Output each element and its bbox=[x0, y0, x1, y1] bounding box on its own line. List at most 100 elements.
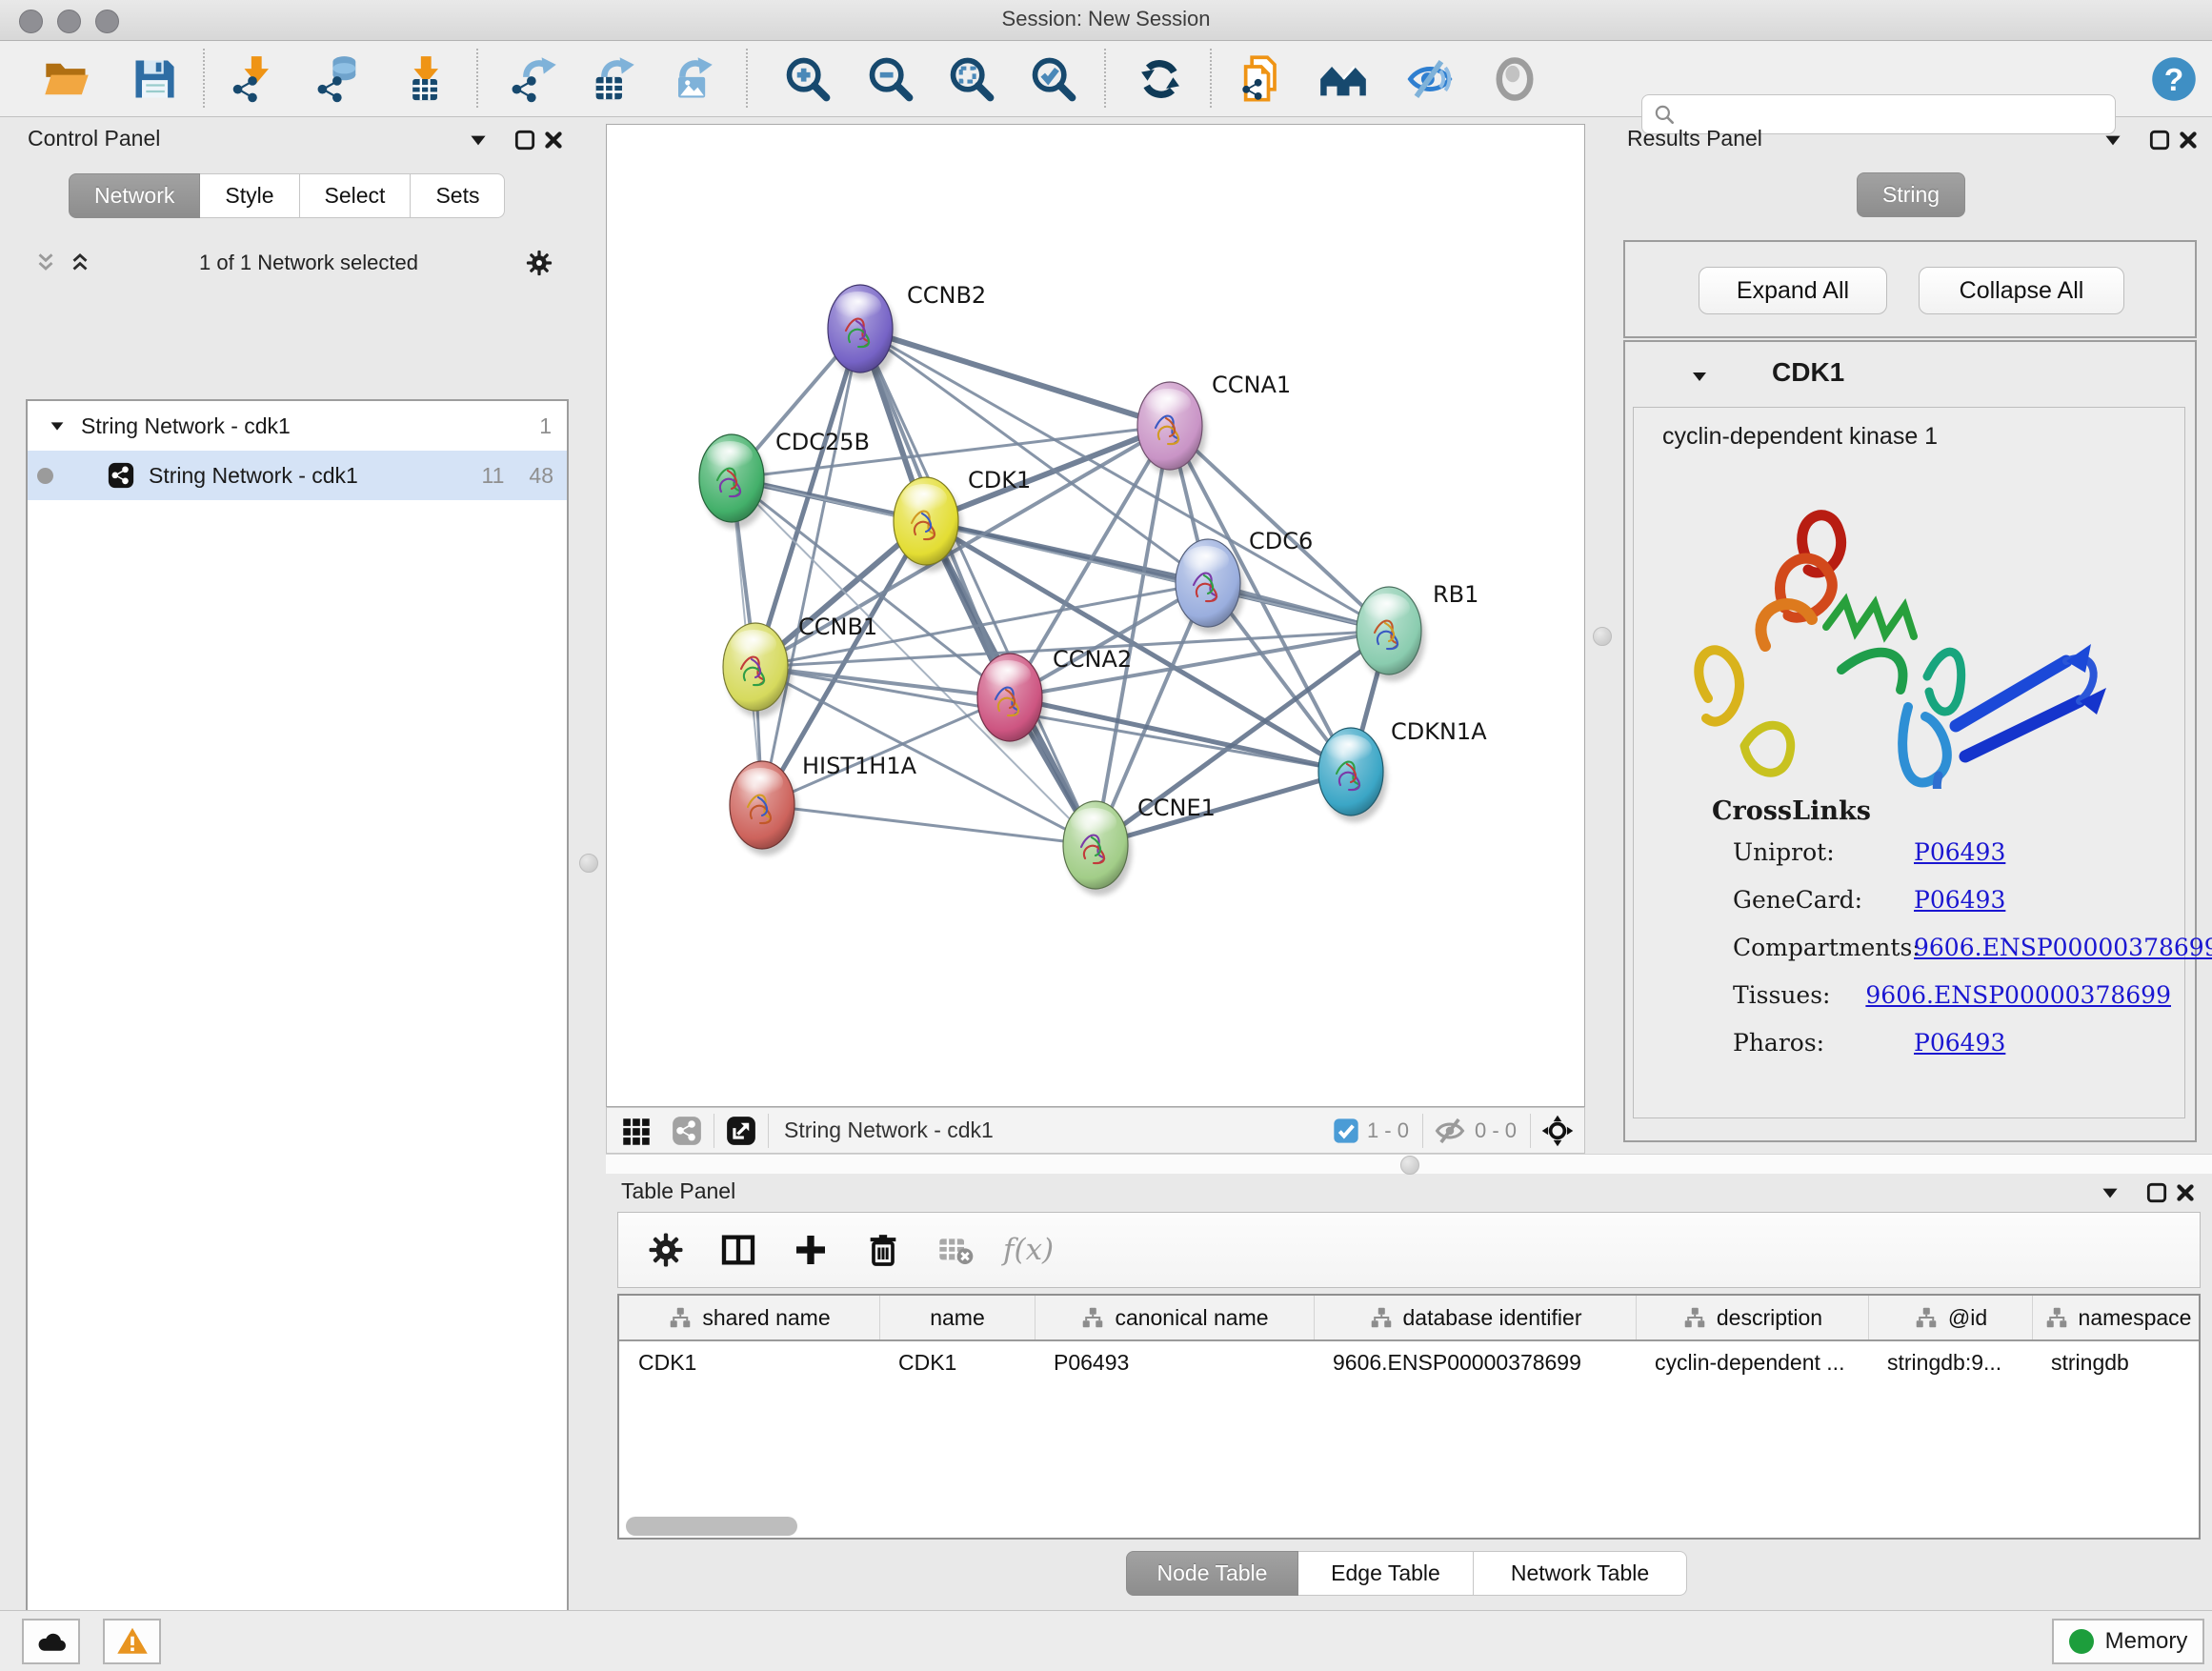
import-table-icon[interactable] bbox=[396, 54, 450, 104]
create-column-icon[interactable] bbox=[784, 1227, 837, 1273]
network-row[interactable]: String Network - cdk1 11 48 bbox=[28, 451, 567, 500]
crosslink-link[interactable]: P06493 bbox=[1914, 838, 2005, 866]
tab-edge-table[interactable]: Edge Table bbox=[1298, 1551, 1474, 1596]
network-canvas[interactable]: CCNB2CCNA1CDC25BCDK1CDC6RB1CCNB1CCNA2CDK… bbox=[606, 124, 1585, 1107]
crosslink-link[interactable]: 9606.ENSP00000378699 bbox=[1914, 934, 2212, 961]
network-node[interactable] bbox=[1063, 801, 1132, 896]
tab-string[interactable]: String bbox=[1857, 172, 1965, 217]
window-title: Session: New Session bbox=[0, 7, 2212, 31]
table-cell[interactable]: stringdb:9... bbox=[1868, 1350, 2032, 1376]
panel-float-icon[interactable] bbox=[513, 128, 537, 152]
tab-sets[interactable]: Sets bbox=[411, 173, 505, 218]
network-edge[interactable] bbox=[762, 697, 1010, 805]
network-node[interactable] bbox=[1357, 587, 1425, 681]
export-image-icon[interactable] bbox=[664, 54, 717, 104]
panel-close-icon[interactable] bbox=[541, 128, 566, 152]
delete-column-icon[interactable] bbox=[856, 1227, 910, 1273]
panel-close-icon[interactable] bbox=[2176, 128, 2201, 152]
table-options-gear-icon[interactable] bbox=[639, 1227, 693, 1273]
zoom-fit-icon[interactable] bbox=[945, 54, 998, 104]
cloud-button[interactable] bbox=[22, 1619, 80, 1664]
column-header-@id[interactable]: @id bbox=[1868, 1296, 2032, 1339]
network-edge[interactable] bbox=[762, 805, 1096, 845]
crosslink-label: Uniprot: bbox=[1733, 838, 1914, 866]
network-edge[interactable] bbox=[860, 329, 1389, 631]
import-network-file-icon[interactable] bbox=[227, 54, 280, 104]
network-edge[interactable] bbox=[755, 667, 1010, 697]
network-node[interactable] bbox=[977, 654, 1046, 748]
network-node[interactable] bbox=[723, 623, 792, 717]
network-edge[interactable] bbox=[860, 329, 1170, 426]
column-header-name[interactable]: name bbox=[879, 1296, 1035, 1339]
open-in-window-icon[interactable] bbox=[722, 1112, 760, 1150]
tab-network-table[interactable]: Network Table bbox=[1474, 1551, 1687, 1596]
horizontal-splitter-handle[interactable] bbox=[1400, 1156, 1419, 1175]
tab-style[interactable]: Style bbox=[200, 173, 299, 218]
network-graph[interactable]: CCNB2CCNA1CDC25BCDK1CDC6RB1CCNB1CCNA2CDK… bbox=[607, 125, 1584, 1106]
table-horizontal-scrollbar[interactable] bbox=[626, 1517, 797, 1536]
show-all-icon[interactable] bbox=[1488, 54, 1541, 104]
crosslink-link[interactable]: P06493 bbox=[1914, 1029, 2005, 1057]
panel-menu-icon[interactable] bbox=[466, 128, 491, 152]
vertical-splitter-handle-left[interactable] bbox=[579, 854, 598, 873]
panel-menu-icon[interactable] bbox=[2098, 1180, 2122, 1205]
panel-float-icon[interactable] bbox=[2147, 128, 2172, 152]
help-icon[interactable]: ? bbox=[2147, 54, 2201, 104]
warnings-button[interactable] bbox=[103, 1619, 161, 1664]
collapse-all-button[interactable]: Collapse All bbox=[1919, 267, 2124, 314]
table-cell[interactable]: CDK1 bbox=[619, 1350, 879, 1376]
horizontal-splitter[interactable] bbox=[606, 1154, 2212, 1174]
zoom-selected-icon[interactable] bbox=[1027, 54, 1080, 104]
node-table[interactable]: shared namenamecanonical namedatabase id… bbox=[617, 1294, 2201, 1540]
collapse-all-icon[interactable] bbox=[33, 251, 58, 275]
hide-selection-icon[interactable] bbox=[1403, 54, 1457, 104]
panel-float-icon[interactable] bbox=[2144, 1180, 2169, 1205]
import-network-database-icon[interactable] bbox=[313, 54, 367, 104]
network-node[interactable] bbox=[730, 761, 798, 856]
table-cell[interactable]: stringdb bbox=[2032, 1350, 2201, 1376]
panel-menu-icon[interactable] bbox=[2101, 128, 2125, 152]
network-options-gear-icon[interactable] bbox=[525, 249, 553, 277]
table-cell[interactable]: cyclin-dependent ... bbox=[1636, 1350, 1868, 1376]
network-edge[interactable] bbox=[1010, 697, 1351, 772]
network-node[interactable] bbox=[1176, 539, 1244, 634]
crosslink-link[interactable]: 9606.ENSP00000378699 bbox=[1865, 981, 2171, 1009]
zoom-out-icon[interactable] bbox=[864, 54, 917, 104]
table-cell[interactable]: 9606.ENSP00000378699 bbox=[1314, 1350, 1636, 1376]
expand-all-icon[interactable] bbox=[68, 251, 92, 275]
export-network-icon[interactable] bbox=[508, 54, 561, 104]
column-header-description[interactable]: description bbox=[1636, 1296, 1868, 1339]
tab-node-table[interactable]: Node Table bbox=[1126, 1551, 1298, 1596]
control-panel-title: Control Panel bbox=[28, 126, 160, 151]
tab-select[interactable]: Select bbox=[300, 173, 412, 218]
network-edge[interactable] bbox=[1096, 772, 1351, 845]
collection-expand-icon[interactable] bbox=[47, 415, 68, 436]
fit-selected-crosshair-icon[interactable] bbox=[1538, 1112, 1577, 1150]
open-session-icon[interactable] bbox=[40, 54, 93, 104]
column-header-database-identifier[interactable]: database identifier bbox=[1314, 1296, 1636, 1339]
table-cell[interactable]: P06493 bbox=[1035, 1350, 1314, 1376]
table-cell[interactable]: CDK1 bbox=[879, 1350, 1035, 1376]
column-header-namespace[interactable]: namespace bbox=[2032, 1296, 2201, 1339]
save-session-icon[interactable] bbox=[128, 54, 181, 104]
first-neighbors-icon[interactable] bbox=[1317, 54, 1370, 104]
zoom-in-icon[interactable] bbox=[781, 54, 835, 104]
panel-close-icon[interactable] bbox=[2173, 1180, 2198, 1205]
export-table-icon[interactable] bbox=[586, 54, 639, 104]
new-network-from-selection-icon[interactable] bbox=[1236, 54, 1289, 104]
selected-checkbox-icon[interactable] bbox=[1331, 1112, 1361, 1150]
network-node[interactable] bbox=[1318, 728, 1387, 822]
tab-network[interactable]: Network bbox=[69, 173, 200, 218]
column-header-shared-name[interactable]: shared name bbox=[619, 1296, 879, 1339]
apply-layout-icon[interactable] bbox=[1134, 54, 1187, 104]
crosslink-link[interactable]: P06493 bbox=[1914, 886, 2005, 914]
card-collapse-icon[interactable] bbox=[1688, 365, 1711, 388]
show-columns-icon[interactable] bbox=[712, 1227, 765, 1273]
network-collection-row[interactable]: String Network - cdk1 1 bbox=[28, 401, 567, 451]
table-row[interactable]: CDK1CDK1P064939606.ENSP00000378699cyclin… bbox=[619, 1341, 2199, 1383]
birdseye-grid-icon[interactable] bbox=[616, 1112, 654, 1150]
network-node[interactable] bbox=[828, 285, 896, 379]
column-header-canonical-name[interactable]: canonical name bbox=[1035, 1296, 1314, 1339]
expand-all-button[interactable]: Expand All bbox=[1699, 267, 1887, 314]
memory-button[interactable]: Memory bbox=[2052, 1619, 2204, 1664]
